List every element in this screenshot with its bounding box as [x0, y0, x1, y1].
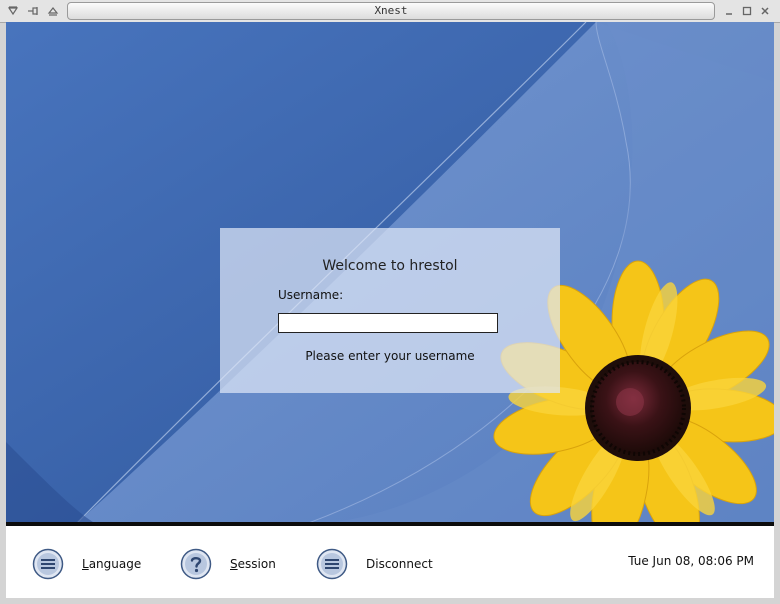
question-icon [180, 548, 212, 580]
shade-icon[interactable] [46, 4, 60, 18]
language-label: Language [82, 557, 142, 571]
login-panel: Welcome to hrestol Username: Please ente… [220, 228, 560, 393]
window-title-bar[interactable]: Xnest [0, 0, 780, 23]
bottom-bar: Language Session Disconnect Tue Jun 08, … [6, 526, 774, 598]
maximize-icon[interactable] [740, 4, 754, 18]
welcome-text: Welcome to hrestol [322, 258, 458, 274]
username-label: Username: [278, 288, 344, 302]
language-button[interactable]: Language [32, 548, 141, 580]
disconnect-label: Disconnect [366, 557, 433, 571]
greeter-background: Welcome to hrestol Username: Please ente… [6, 22, 774, 524]
minimize-icon[interactable] [722, 4, 736, 18]
window-frame-bottom [0, 598, 780, 604]
username-hint: Please enter your username [305, 349, 475, 363]
disconnect-button[interactable]: Disconnect [316, 548, 433, 580]
session-label: Session [230, 557, 276, 571]
clock: Tue Jun 08, 08:06 PM [628, 554, 754, 568]
window-title: Xnest [374, 4, 408, 17]
window-menu-icon[interactable] [6, 4, 20, 18]
session-button[interactable]: Session [180, 548, 276, 580]
username-input[interactable] [278, 313, 498, 333]
close-icon[interactable] [758, 4, 772, 18]
title-pill[interactable]: Xnest [67, 2, 715, 20]
list-icon [32, 548, 64, 580]
pin-icon[interactable] [26, 4, 40, 18]
list-icon [316, 548, 348, 580]
